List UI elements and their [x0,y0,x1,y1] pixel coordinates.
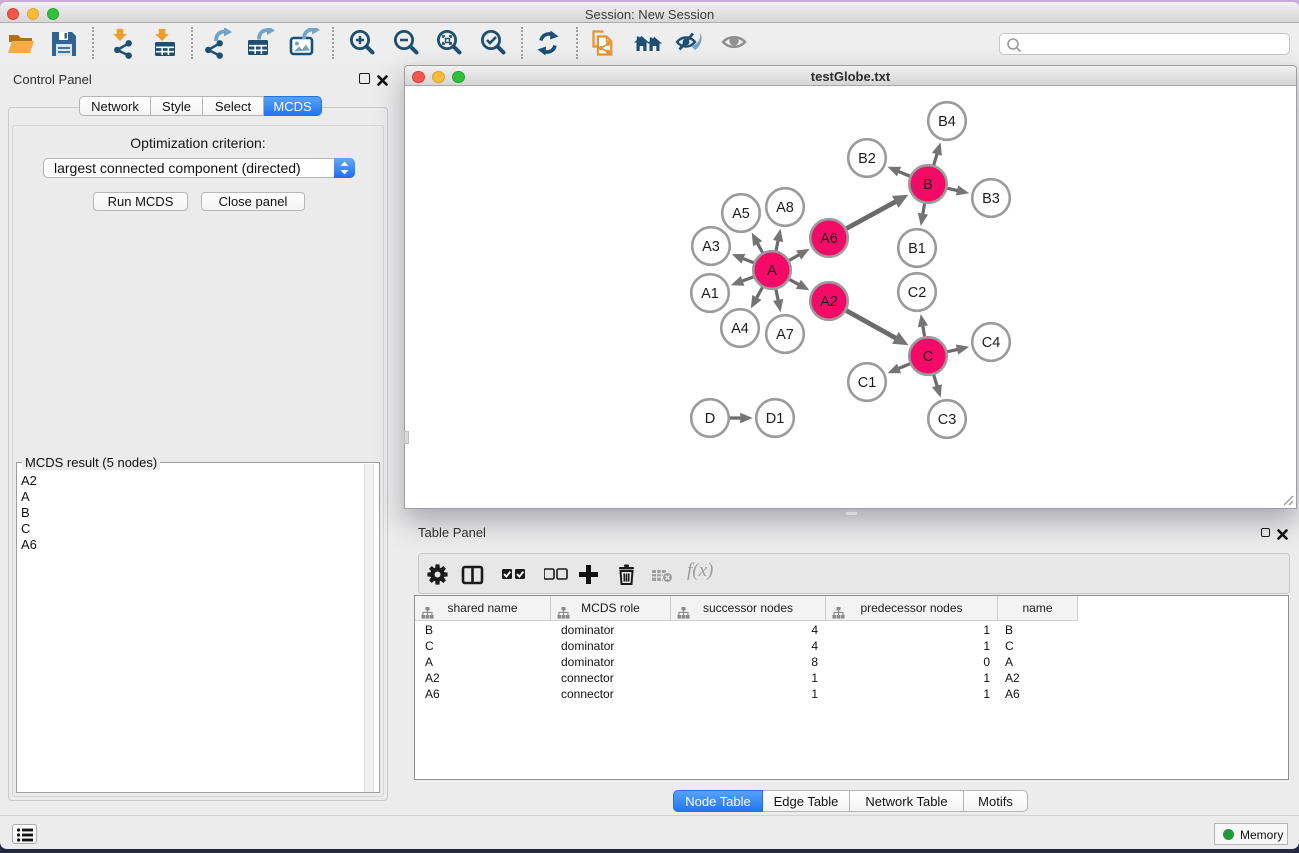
svg-text:A1: A1 [701,286,719,302]
svg-text:A2: A2 [820,294,838,310]
svg-text:B1: B1 [908,241,926,257]
svg-text:C2: C2 [908,285,927,301]
svg-text:C1: C1 [858,375,877,391]
svg-text:A5: A5 [732,206,750,222]
svg-text:A7: A7 [776,327,794,343]
svg-text:A6: A6 [820,231,838,247]
svg-text:A: A [767,263,777,279]
svg-text:D: D [705,411,715,427]
svg-text:C: C [923,349,933,365]
svg-text:B2: B2 [858,151,876,167]
svg-text:A3: A3 [702,239,720,255]
svg-text:D1: D1 [766,411,785,427]
svg-text:B: B [923,177,933,193]
svg-text:C4: C4 [982,335,1001,351]
svg-text:C3: C3 [938,412,957,428]
svg-text:B3: B3 [982,191,1000,207]
svg-text:A4: A4 [731,321,749,337]
svg-text:B4: B4 [938,114,956,130]
svg-text:A8: A8 [776,200,794,216]
